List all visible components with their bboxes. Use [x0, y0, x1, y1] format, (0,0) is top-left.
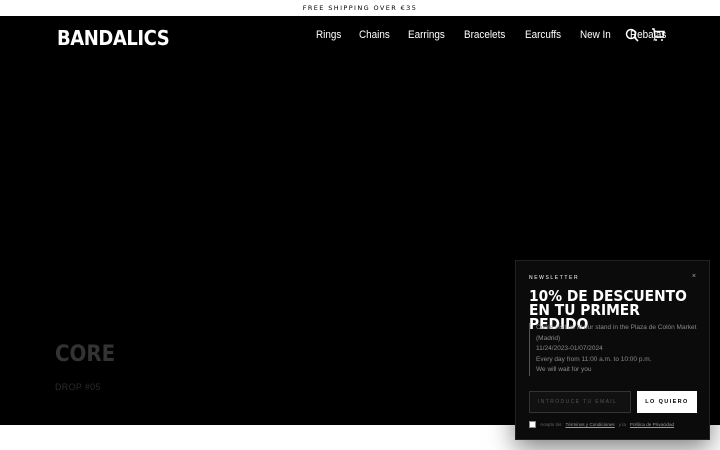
- nav-item-earrings[interactable]: Earrings: [408, 29, 445, 41]
- consent-checkbox[interactable]: [529, 421, 536, 428]
- nav-item-chains[interactable]: Chains: [359, 29, 390, 41]
- newsletter-popup: NEWSLETTER × 10% DE DESCUENTO EN TU PRIM…: [515, 260, 710, 440]
- consent-mid: y la: [618, 422, 626, 427]
- nav-item-rings[interactable]: Rings: [316, 29, 341, 41]
- site-logo[interactable]: BANDALICS: [57, 26, 170, 50]
- nav-item-earcuffs[interactable]: Earcuffs: [525, 29, 561, 41]
- nav-item-bracelets[interactable]: Bracelets: [464, 29, 505, 41]
- subscribe-button[interactable]: LO QUIERO: [637, 391, 697, 413]
- newsletter-body-line: Come visit us at our stand in the Plaza …: [536, 324, 697, 342]
- consent-row: Acepto los Términos y Condiciones y la P…: [529, 421, 674, 428]
- nav-item-new-in[interactable]: New In: [580, 29, 611, 41]
- newsletter-body-line: Every day from 11:00 a.m. to 10:00 p.m.: [536, 355, 652, 363]
- cart-icon[interactable]: [651, 28, 667, 44]
- announcement-bar: FREE SHIPPING OVER €35: [0, 0, 720, 16]
- close-icon[interactable]: ×: [692, 273, 696, 280]
- consent-prefix: Acepto los: [540, 422, 562, 427]
- hero-subtitle: DROP #05: [55, 382, 101, 392]
- search-icon[interactable]: [625, 28, 641, 44]
- terms-link[interactable]: Términos y Condiciones: [565, 422, 614, 427]
- newsletter-eyebrow: NEWSLETTER: [529, 275, 580, 281]
- hero-title: CORE: [55, 342, 116, 367]
- newsletter-body: Come visit us at our stand in the Plaza …: [529, 323, 699, 376]
- email-field[interactable]: [529, 391, 631, 413]
- newsletter-body-line: 11/24/2023-01/07/2024: [536, 345, 603, 352]
- privacy-link[interactable]: Política de Privacidad: [630, 422, 674, 427]
- newsletter-body-line: We will wait for you: [536, 366, 592, 373]
